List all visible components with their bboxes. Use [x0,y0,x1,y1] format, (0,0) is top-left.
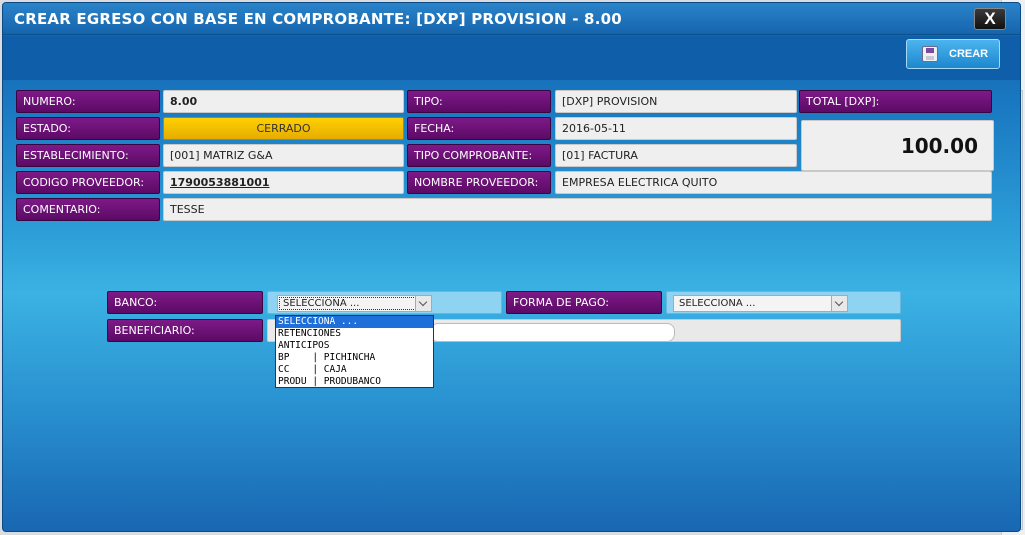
establecimiento-value: [001] MATRIZ G&A [163,144,404,167]
nombre-proveedor-value: EMPRESA ELECTRICA QUITO [555,171,992,194]
banco-option[interactable]: ANTICIPOS [276,340,433,352]
numero-value: 8.00 [163,90,404,113]
banco-select[interactable]: SELECCIONA ... [277,295,432,312]
tipo-value: [DXP] PROVISION [555,90,797,113]
forma-pago-select[interactable]: SELECCIONA ... [673,295,848,312]
chevron-down-icon[interactable] [831,296,847,311]
banco-option[interactable]: SELECCIONA ... [276,316,433,328]
crear-button[interactable]: CREAR [906,39,1000,69]
banco-option[interactable]: PRODU | PRODUBANCO [276,376,433,388]
banco-label: BANCO: [107,291,263,314]
establecimiento-label: ESTABLECIMIENTO: [16,144,160,167]
banco-option[interactable]: RETENCIONES [276,328,433,340]
close-button[interactable]: X [974,8,1006,30]
toolbar [3,36,1020,80]
total-amount: 100.00 [801,120,994,171]
tipo-comprobante-value: [01] FACTURA [555,144,797,167]
banco-dropdown-list: SELECCIONA ... RETENCIONES ANTICIPOS BP … [275,315,434,388]
modal-header: CREAR EGRESO CON BASE EN COMPROBANTE: [D… [3,3,1020,35]
chevron-down-icon[interactable] [415,296,431,311]
estado-badge: CERRADO [163,117,404,140]
fecha-value: 2016-05-11 [555,117,797,140]
modal-title: CREAR EGRESO CON BASE EN COMPROBANTE: [D… [14,10,622,28]
nombre-proveedor-label: NOMBRE PROVEEDOR: [407,171,551,194]
banco-option[interactable]: BP | PICHINCHA [276,352,433,364]
codigo-proveedor-link[interactable]: 1790053881001 [163,171,404,194]
tipo-label: TIPO: [407,90,551,113]
beneficiario-input[interactable] [430,323,675,342]
crear-button-label: CREAR [949,48,989,60]
numero-label: NUMERO: [16,90,160,113]
total-label: TOTAL [DXP]: [799,90,992,113]
save-icon [922,46,938,62]
comentario-value: TESSE [163,198,992,221]
forma-pago-selected-value: SELECCIONA ... [679,298,756,309]
codigo-proveedor-label: CODIGO PROVEEDOR: [16,171,160,194]
tipo-comprobante-label: TIPO COMPROBANTE: [407,144,551,167]
total-value: 100.00 [900,134,978,158]
beneficiario-label: BENEFICIARIO: [107,319,263,342]
banco-selected-value: SELECCIONA ... [283,298,360,309]
estado-label: ESTADO: [16,117,160,140]
forma-pago-label: FORMA DE PAGO: [506,291,662,314]
fecha-label: FECHA: [407,117,551,140]
crear-egreso-modal: CREAR EGRESO CON BASE EN COMPROBANTE: [D… [2,2,1021,532]
comentario-label: COMENTARIO: [16,198,160,221]
banco-option[interactable]: CC | CAJA [276,364,433,376]
